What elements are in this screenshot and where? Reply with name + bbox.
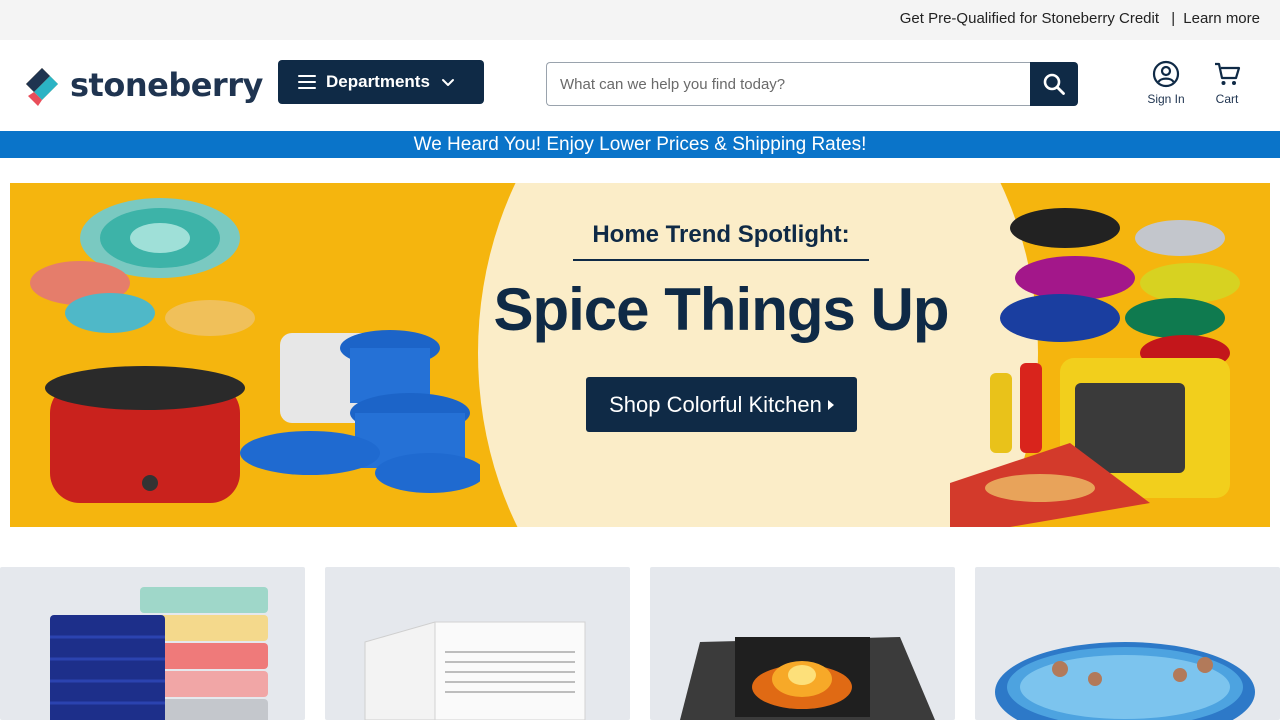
cta-label: Shop Colorful Kitchen bbox=[609, 391, 822, 417]
cart-icon bbox=[1215, 62, 1241, 85]
hero-banner[interactable]: Home Trend Spotlight: Spice Things Up Sh… bbox=[10, 183, 1270, 527]
category-tile-towels[interactable] bbox=[0, 567, 305, 720]
cart-label: Cart bbox=[1215, 92, 1239, 106]
logo-wordmark: stoneberry bbox=[70, 66, 263, 104]
hero-divider bbox=[573, 259, 869, 261]
caret-right-icon bbox=[827, 399, 834, 410]
departments-button[interactable]: Departments bbox=[278, 60, 484, 104]
category-tile-fire-pit[interactable] bbox=[650, 567, 955, 720]
search-icon bbox=[1043, 73, 1065, 95]
hero-kicker: Home Trend Spotlight: bbox=[592, 221, 850, 248]
search-input[interactable] bbox=[546, 62, 1031, 106]
promo-banner[interactable]: We Heard You! Enjoy Lower Prices & Shipp… bbox=[0, 131, 1280, 158]
category-tile-air-conditioner[interactable] bbox=[325, 567, 630, 720]
fire-pit-image bbox=[680, 637, 935, 720]
credit-separator: | bbox=[1171, 10, 1176, 27]
air-conditioner-image bbox=[364, 621, 586, 720]
account-icon bbox=[1152, 60, 1180, 88]
cookware-image bbox=[30, 198, 480, 503]
category-tiles bbox=[0, 567, 1280, 720]
cart-button[interactable]: Cart bbox=[1197, 60, 1257, 112]
logo-mark-icon bbox=[26, 68, 58, 106]
search-button[interactable] bbox=[1030, 62, 1078, 106]
hamburger-menu-icon bbox=[298, 75, 316, 89]
sign-in-button[interactable]: Sign In bbox=[1136, 60, 1196, 112]
site-header: stoneberry Departments Sign In bbox=[0, 40, 1280, 131]
promo-text: We Heard You! Enjoy Lower Prices & Shipp… bbox=[413, 134, 867, 155]
credit-promo: Get Pre-Qualified for Stoneberry Credit … bbox=[900, 10, 1260, 27]
chevron-down-icon bbox=[441, 79, 454, 86]
pool-image bbox=[995, 642, 1255, 720]
sign-in-label: Sign In bbox=[1147, 92, 1185, 106]
top-utility-bar: Get Pre-Qualified for Stoneberry Credit … bbox=[0, 0, 1280, 40]
departments-label: Departments bbox=[326, 72, 430, 91]
bowls-and-toaster-image bbox=[950, 208, 1240, 527]
hero-headline: Spice Things Up bbox=[493, 276, 949, 343]
credit-text[interactable]: Get Pre-Qualified for Stoneberry Credit bbox=[900, 10, 1159, 27]
category-tile-pool[interactable] bbox=[975, 567, 1280, 720]
stoneberry-logo[interactable]: stoneberry bbox=[24, 64, 264, 110]
search-bar bbox=[546, 62, 1078, 106]
shop-colorful-kitchen-button[interactable]: Shop Colorful Kitchen bbox=[586, 377, 857, 432]
towels-image bbox=[50, 587, 268, 720]
learn-more-link[interactable]: Learn more bbox=[1183, 10, 1260, 27]
